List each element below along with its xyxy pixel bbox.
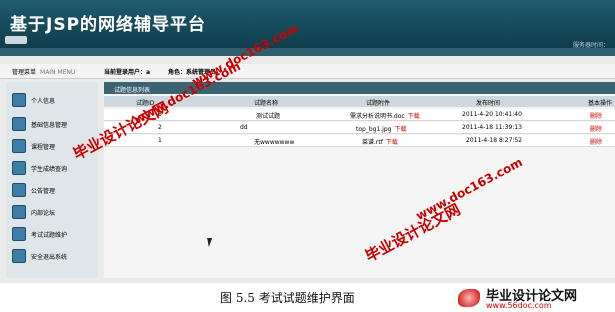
header-subbar (0, 48, 615, 56)
sidebar-item-exam[interactable]: 考试试题维护 (12, 226, 98, 242)
exam-icon (12, 227, 26, 241)
book-icon (12, 139, 26, 153)
delete-link[interactable]: 删除 (590, 137, 602, 146)
cell-file: top_bg1.jpg 下载 (356, 124, 406, 133)
main-panel: 试题信息列表 试题ID 试题名称 试题附件 发布时间 基本操作 3 测试试题 需… (104, 82, 615, 278)
menu-header: 管理菜单 MAIN MENU (12, 67, 75, 76)
sidebar-item-personal-info[interactable]: 个人信息 (12, 92, 98, 108)
delete-link[interactable]: 删除 (590, 124, 602, 133)
cell-time: 2011-4-20 10:41:40 (462, 111, 522, 118)
user-info-bar: 管理菜单 MAIN MENU 当前登录用户：a 角色：系统管理员 (0, 64, 615, 79)
sidebar-item-logout[interactable]: 安全退出系统 (12, 248, 98, 264)
cell-time: 2011-4-18 8:27:52 (466, 137, 523, 144)
table-row: 3 测试试题 需求分析说明书.doc 下载 2011-4-20 10:41:40 … (104, 109, 615, 121)
sidebar-item-label: 安全退出系统 (31, 253, 68, 261)
sidebar-item-notice[interactable]: 公告管理 (12, 182, 98, 198)
sidebar-item-basic-info[interactable]: 基础信息管理 (12, 116, 98, 132)
sidebar-item-label: 基础信息管理 (31, 121, 68, 129)
sidebar-item-label: 学生成绩查询 (31, 165, 68, 173)
cell-file: 需求分析说明书.doc 下载 (350, 111, 420, 120)
user-icon (12, 93, 26, 107)
score-icon (12, 161, 26, 175)
download-link[interactable]: 下载 (408, 113, 420, 120)
info-icon (12, 117, 26, 131)
logout-icon (12, 249, 26, 263)
cell-name: 测试试题 (256, 113, 281, 120)
download-link[interactable]: 下载 (394, 126, 406, 133)
sidebar-item-label: 考试试题维护 (31, 231, 68, 239)
menu-title: 管理菜单 (12, 69, 37, 76)
download-link[interactable]: 下载 (386, 139, 398, 146)
figure-caption: 图 5.5 考试试题维护界面 (220, 291, 355, 305)
sidebar-item-score[interactable]: 学生成绩查询 (12, 160, 98, 176)
cell-name: 无wwwwwww (254, 139, 295, 146)
cell-id: 2 (158, 124, 162, 131)
current-user-value: a (146, 69, 151, 76)
cell-name: dd (240, 124, 248, 131)
cell-file: 菜谱.rtf 下载 (362, 137, 398, 146)
brand-mark-icon (458, 289, 480, 307)
forum-icon (12, 205, 26, 219)
brand-logo: 毕业设计论文网 www.56doc.com (452, 285, 612, 311)
current-user: 当前登录用户：a (104, 67, 150, 76)
sidebar: 个人信息 基础信息管理 课程管理 学生成绩查询 公告管理 内部论坛 考试试题维护… (6, 82, 98, 278)
logo-icon (5, 36, 27, 44)
sidebar-item-forum[interactable]: 内部论坛 (12, 204, 98, 220)
notice-icon (12, 183, 26, 197)
col-time: 发布时间 (476, 100, 501, 107)
col-file: 试题附件 (366, 100, 391, 107)
menu-subtitle: MAIN MENU (40, 69, 76, 76)
file-link[interactable]: 需求分析说明书.doc (350, 113, 405, 120)
sidebar-item-label: 个人信息 (31, 97, 56, 105)
table-row: 1 无wwwwwww 菜谱.rtf 下载 2011-4-18 8:27:52 删除 (104, 135, 615, 147)
cell-id: 1 (158, 137, 162, 144)
sidebar-item-label: 内部论坛 (31, 209, 56, 217)
brand-url: www.56doc.com (486, 301, 552, 310)
current-user-label: 当前登录用户： (104, 69, 147, 76)
sidebar-item-label: 课程管理 (31, 143, 56, 151)
col-name: 试题名称 (254, 100, 279, 107)
list-title: 试题信息列表 (114, 87, 151, 94)
app-header: 基于JSP的网络辅导平台 服务器时间： (0, 0, 615, 49)
app-title: 基于JSP的网络辅导平台 (10, 15, 207, 35)
file-link[interactable]: top_bg1.jpg (356, 126, 391, 133)
table-row: 2 dd top_bg1.jpg 下载 2011-4-18 11:39:13 删除 (104, 122, 615, 134)
delete-link[interactable]: 删除 (590, 111, 602, 120)
cell-time: 2011-4-18 11:39:13 (462, 124, 522, 131)
file-link[interactable]: 菜谱.rtf (362, 139, 383, 146)
sidebar-item-label: 公告管理 (31, 187, 56, 195)
col-action: 基本操作 (588, 100, 613, 107)
role-label: 角色： (168, 69, 187, 76)
